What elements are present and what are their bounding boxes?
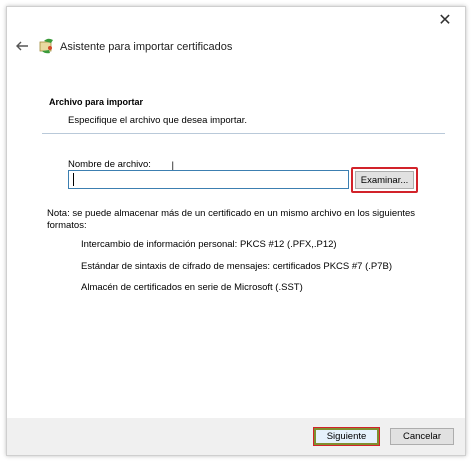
browse-button[interactable]: Examinar...	[355, 171, 414, 189]
close-icon[interactable]: ✕	[436, 12, 454, 30]
format-item-p7b: Estándar de sintaxis de cifrado de mensa…	[81, 261, 393, 272]
section-title: Archivo para importar	[49, 97, 144, 107]
certificate-wizard-icon	[39, 38, 53, 54]
format-item-sst: Almacén de certificados en serie de Micr…	[81, 282, 303, 293]
file-name-label: Nombre de archivo:	[68, 159, 151, 170]
cancel-button[interactable]: Cancelar	[390, 428, 454, 445]
header-divider	[42, 133, 445, 134]
next-button[interactable]: Siguiente	[313, 427, 380, 446]
format-item-pfx: Intercambio de información personal: PKC…	[81, 239, 337, 250]
input-caret	[73, 173, 74, 186]
window-title: Asistente para importar certificados	[60, 41, 233, 53]
file-name-input[interactable]	[68, 170, 349, 189]
section-description: Especifique el archivo que desea importa…	[68, 115, 248, 126]
formats-note: Nota: se puede almacenar más de un certi…	[47, 208, 416, 231]
back-arrow-icon[interactable]	[14, 38, 30, 54]
